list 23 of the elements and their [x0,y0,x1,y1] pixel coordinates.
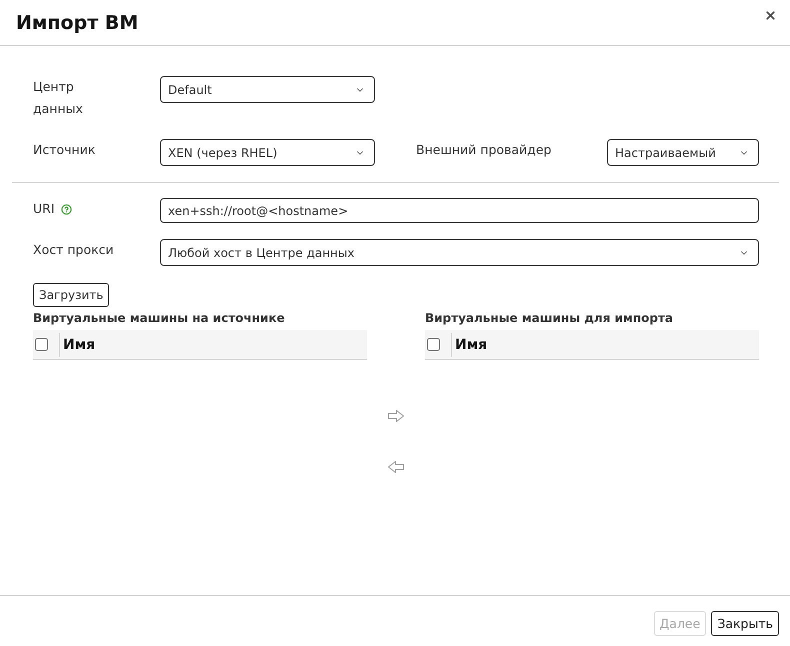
column-heading[interactable]: Имя [60,336,96,352]
help-icon[interactable] [60,204,72,214]
field-label: Внешний провайдер [416,141,552,159]
dialog-title: Импорт ВМ [16,10,138,34]
close-button[interactable]: Закрыть [711,611,779,636]
field-label: Хост прокси [33,241,114,259]
select-all-checkbox[interactable] [35,338,48,351]
list-title: Виртуальные машины на источнике [33,310,285,326]
field-label: URI [33,200,55,218]
right-arrow-icon[interactable] [388,410,404,422]
dropdown[interactable]: XEN (через RHEL) [160,139,375,166]
dropdown[interactable]: Любой хост в Центре данных [160,239,759,266]
dropdown[interactable]: Настраиваемый [607,139,759,166]
input-field[interactable]: xen+ssh://root@<hostname> [160,198,759,223]
field-label: Источник [33,141,96,159]
load-button[interactable]: Загрузить [33,283,110,307]
list-title: Виртуальные машины для импорта [425,310,673,326]
column-heading[interactable]: Имя [452,336,488,352]
dropdown[interactable]: Default [160,76,375,103]
select-all-checkbox[interactable] [427,338,440,351]
left-arrow-icon[interactable] [388,461,404,473]
field-label: Центр данных [33,78,84,118]
close-icon[interactable] [764,8,777,22]
